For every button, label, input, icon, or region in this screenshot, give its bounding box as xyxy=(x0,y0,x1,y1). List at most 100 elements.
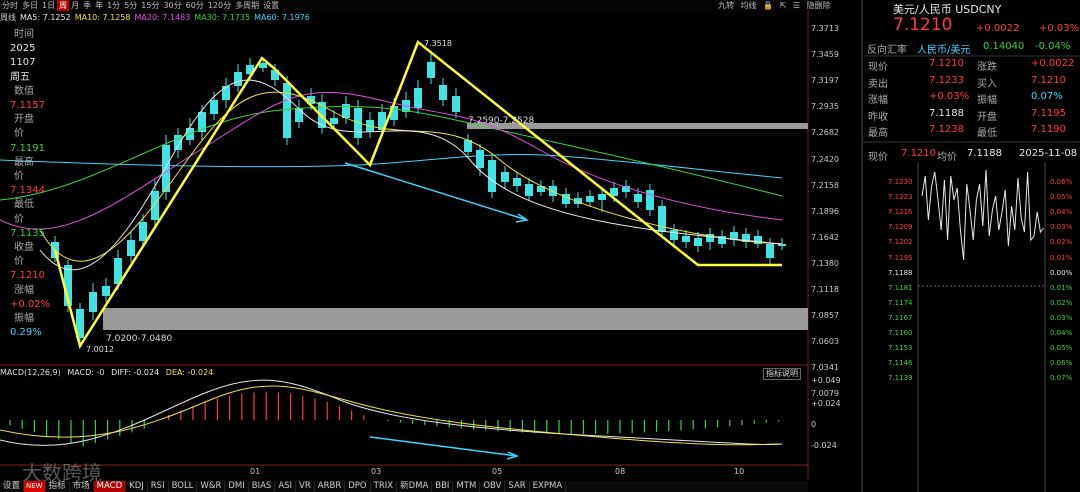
quote-value: +0.03% xyxy=(929,91,970,102)
ma-legend-item: MA5: 7.1252 xyxy=(20,13,71,22)
period-tab[interactable]: 设置 xyxy=(261,0,281,11)
indicator-tab[interactable]: W&R xyxy=(197,481,226,492)
mini-price-tick: 7.1167 xyxy=(888,313,913,322)
candle-body xyxy=(295,108,303,122)
period-tab[interactable]: 60分 xyxy=(184,0,206,11)
period-tab[interactable]: 30分 xyxy=(161,0,183,11)
indicator-tab[interactable]: ARBR xyxy=(315,481,346,492)
junxian-button[interactable]: 均线 xyxy=(741,1,757,10)
candle-body xyxy=(102,286,110,296)
quote-label: 开盘 xyxy=(977,111,997,123)
candle-body xyxy=(127,240,135,256)
mini-pct-tick: 0.06% xyxy=(1050,178,1073,186)
indicator-tab[interactable]: MACD xyxy=(93,481,127,492)
candle-body xyxy=(452,96,460,112)
mini-price-tick: 7.1174 xyxy=(888,298,913,307)
mini-pct-tick: 0.04% xyxy=(1050,329,1073,337)
jiuzhuan-button[interactable]: 九转 xyxy=(718,1,734,10)
mini-pct-tick: 0.01% xyxy=(1050,253,1073,262)
indicator-tab[interactable]: RSI xyxy=(148,481,169,492)
price-change-pct: +0.03% xyxy=(1039,23,1080,34)
indicator-tab[interactable]: EXPMA xyxy=(530,481,567,492)
mini-pct-tick: 0.05% xyxy=(1050,344,1073,353)
price-tick: 7.1896 xyxy=(811,206,839,216)
indicator-tab[interactable]: NEW xyxy=(24,481,46,492)
mini-price-tick: 7.1230 xyxy=(888,178,913,186)
candle-body xyxy=(222,86,230,100)
indicator-tab[interactable]: BIAS xyxy=(249,481,276,492)
mini-pct-tick: 0.00% xyxy=(1050,268,1073,277)
expand-icon[interactable]: ⇱ xyxy=(780,1,787,10)
price-change: +0.0022 xyxy=(976,23,1020,34)
low-label: 7.0012 xyxy=(86,345,114,354)
indicator-tab[interactable]: BBI xyxy=(432,481,454,492)
indicator-tab[interactable]: DPO xyxy=(345,481,371,492)
quote-value: +0.0022 xyxy=(1031,58,1075,69)
period-tab[interactable]: 月 xyxy=(69,0,81,11)
indicator-tab[interactable]: TRIX xyxy=(371,481,398,492)
time-tick: 05 xyxy=(492,467,503,476)
period-tab[interactable]: 1日 xyxy=(40,0,57,11)
quote-value: 7.1195 xyxy=(1031,107,1066,119)
candle-body xyxy=(598,194,606,200)
period-tab[interactable]: 5分 xyxy=(122,0,139,11)
indicator-tab[interactable]: MTM xyxy=(453,481,481,492)
menu-icon[interactable]: ☰ xyxy=(793,1,800,10)
period-tab[interactable]: 1分 xyxy=(105,0,122,11)
macd-name[interactable]: MACD(12,26,9) xyxy=(0,368,61,377)
candle-body xyxy=(488,160,496,192)
reverse-pair-link[interactable]: 人民币/美元 xyxy=(917,41,970,56)
indicator-tab[interactable]: SAR xyxy=(505,481,530,492)
mini-price-tick: 7.1195 xyxy=(888,253,913,262)
quote-label: 涨跌 xyxy=(977,62,997,73)
period-tab[interactable]: 120分 xyxy=(206,0,233,11)
quote-value: 7.1210 xyxy=(1031,74,1066,86)
indicator-help-button[interactable]: 指标说明 xyxy=(763,368,801,380)
mini-price-tick: 7.1153 xyxy=(888,344,913,353)
lock-icon[interactable]: 🔒 xyxy=(763,1,773,10)
mini-pct-tick: 0.05% xyxy=(1050,193,1073,202)
macd-arrow xyxy=(369,436,518,457)
indicator-tab[interactable]: VR xyxy=(296,481,315,492)
quote-label: 最低 xyxy=(977,128,997,139)
macd-value: MACD: -0 xyxy=(67,368,105,377)
mini-price-tick: 7.1202 xyxy=(888,238,913,247)
indicator-tab[interactable]: 新DMA xyxy=(397,481,433,492)
mini-price-tick: 7.1160 xyxy=(888,329,913,337)
delete-button[interactable]: 隐删除 xyxy=(807,1,831,10)
candle-body xyxy=(634,194,642,202)
price-tick: 7.0857 xyxy=(811,311,839,321)
time-tick: 03 xyxy=(371,467,382,476)
time-tick: 01 xyxy=(250,467,261,476)
period-tab[interactable]: 年 xyxy=(93,0,105,11)
price-tick: 7.2158 xyxy=(811,180,839,190)
indicator-tab[interactable]: 市场 xyxy=(70,481,94,492)
period-tab[interactable]: 季 xyxy=(81,0,93,11)
indicator-tab[interactable]: 指标 xyxy=(46,481,70,492)
macd-tick: +0.049 xyxy=(811,376,841,385)
ma-legend-item: MA20: 7.1483 xyxy=(134,13,191,22)
candle-body xyxy=(562,194,570,204)
quote-value: 7.1188 xyxy=(929,107,964,119)
ma-curve xyxy=(0,154,783,179)
indicator-tab[interactable]: ASI xyxy=(275,481,297,492)
period-tab[interactable]: 多日 xyxy=(20,0,40,11)
candle-body xyxy=(330,118,338,124)
period-tab[interactable]: 多周期 xyxy=(233,0,261,11)
indicator-tab[interactable]: BOLL xyxy=(169,481,198,492)
time-tick: 08 xyxy=(615,467,626,476)
period-tab[interactable]: 周 xyxy=(57,0,70,11)
indicator-tab[interactable]: 设置 xyxy=(0,481,25,492)
indicator-tab[interactable]: OBV xyxy=(480,481,506,492)
price-tick: 7.3459 xyxy=(811,50,839,60)
indicator-tab[interactable]: KDJ xyxy=(126,481,148,492)
candle-body xyxy=(476,150,484,168)
candle-body xyxy=(658,206,666,232)
period-tab[interactable]: 15分 xyxy=(139,0,161,11)
indicator-tab[interactable]: DMI xyxy=(225,481,249,492)
info-value: 7.1157 xyxy=(10,100,45,112)
info-label: 最低价 xyxy=(14,199,34,225)
diff-value: DIFF: -0.024 xyxy=(111,368,160,377)
period-tab[interactable]: 分时 xyxy=(0,0,20,11)
mini-pct-tick: 0.03% xyxy=(1050,223,1073,232)
